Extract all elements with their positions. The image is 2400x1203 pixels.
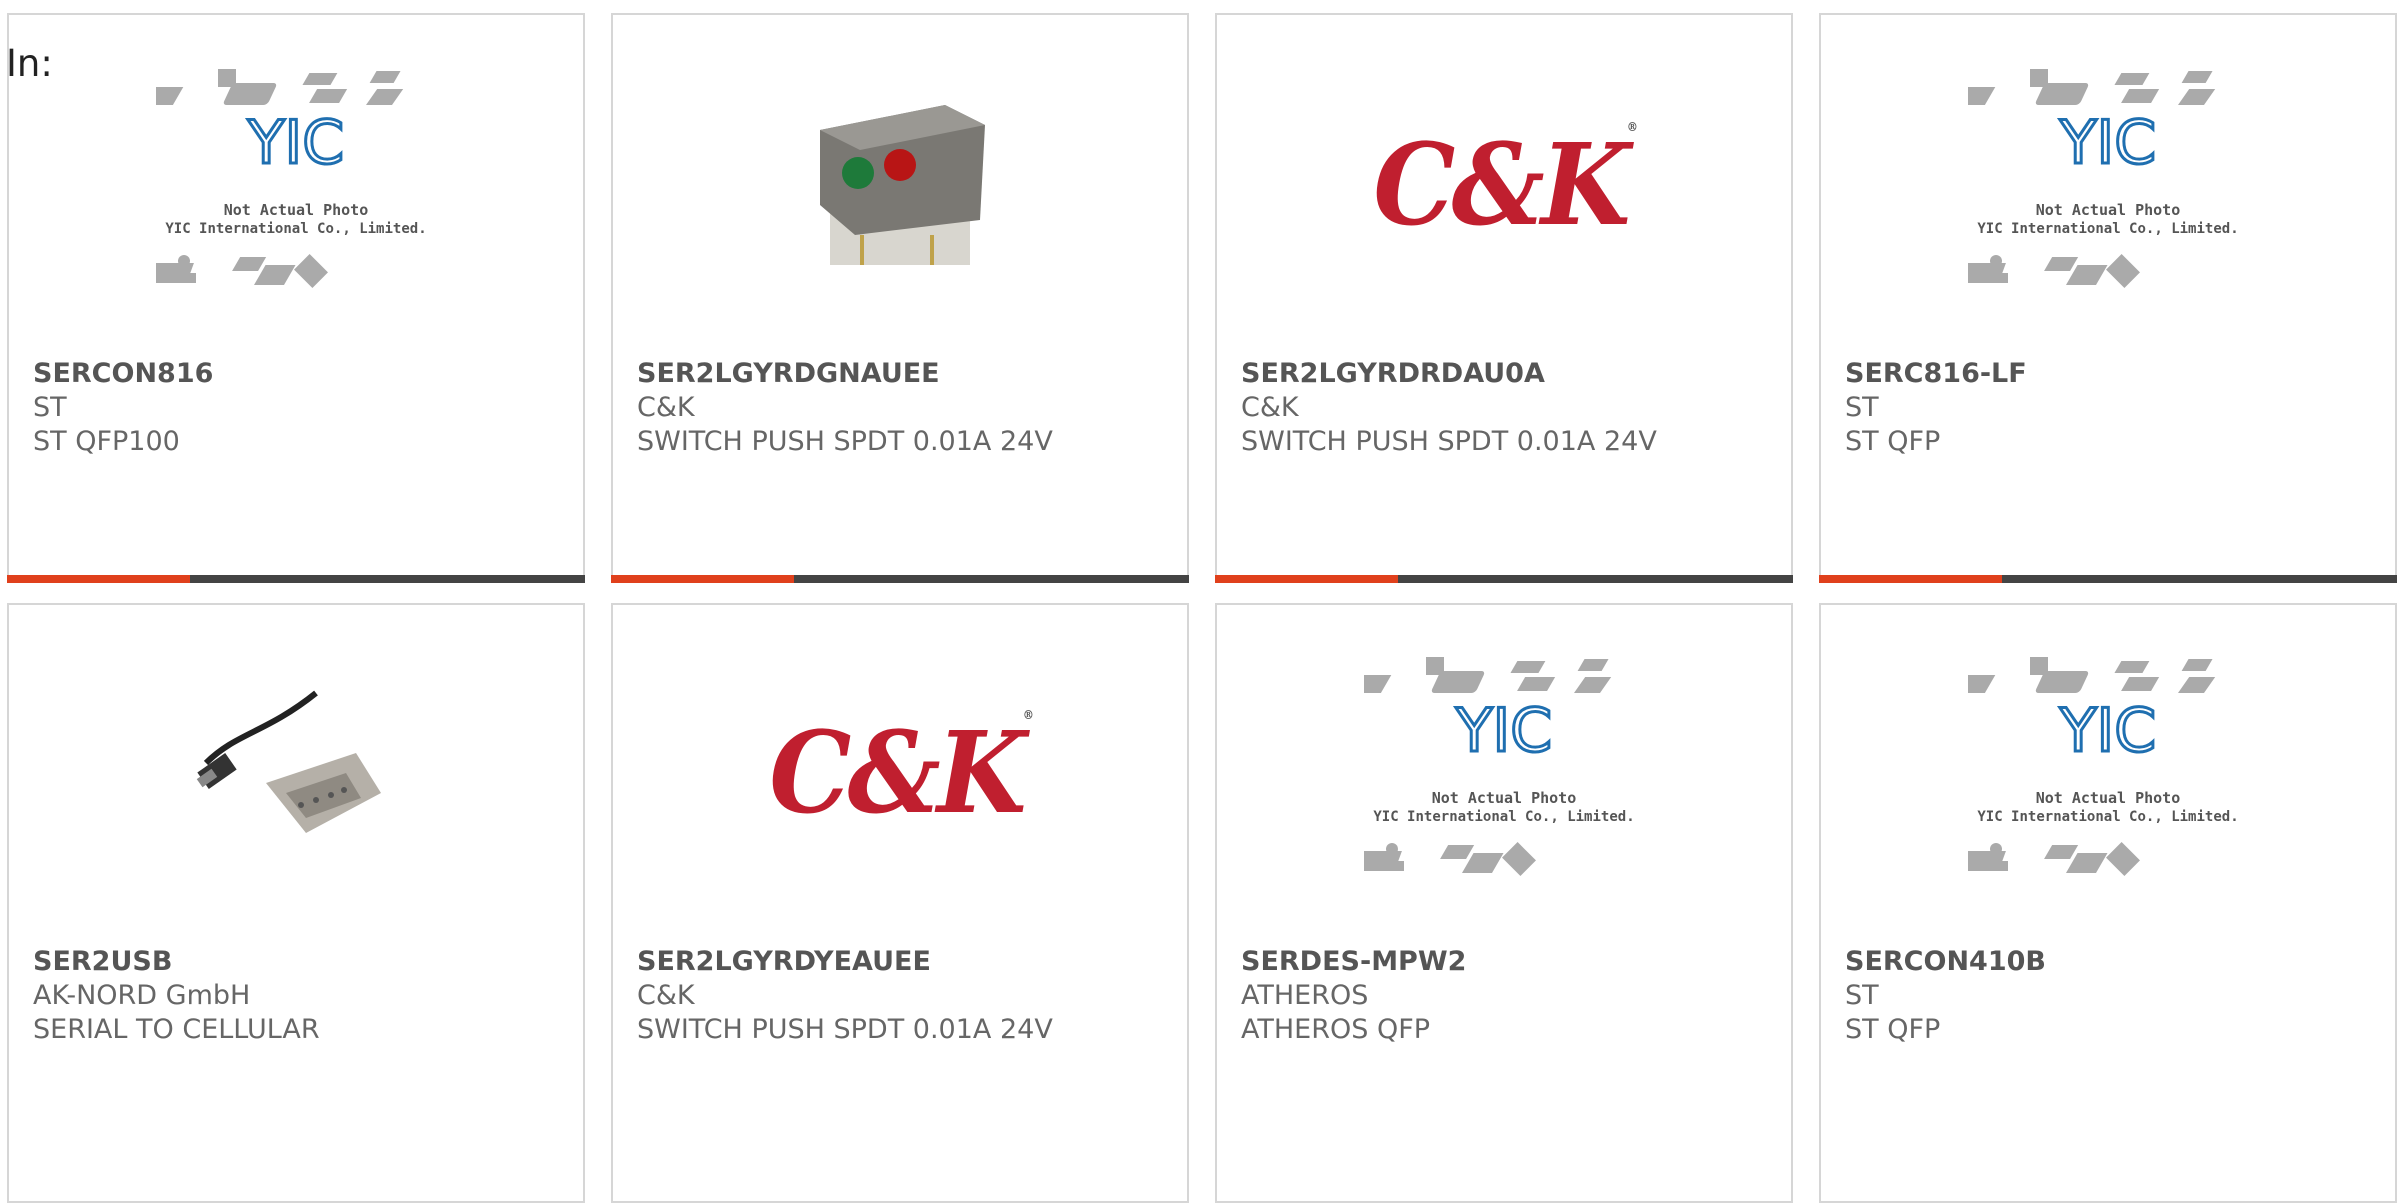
yic-logo: YIC: [1455, 696, 1552, 766]
description: SWITCH PUSH SPDT 0.01A 24V: [637, 1014, 1053, 1045]
card-bar-accent: [7, 575, 190, 583]
switch-photo-icon: [820, 105, 985, 265]
manufacturer: C&K: [637, 392, 695, 423]
manufacturer: ATHEROS: [1241, 980, 1369, 1011]
manufacturer: C&K: [637, 980, 695, 1011]
manufacturer: ST: [1845, 980, 1879, 1011]
chip-placeholder-icon: YIC Not Actual Photo YIC International C…: [1364, 657, 1635, 876]
placeholder-text: YIC International Co., Limited.: [1977, 809, 2238, 825]
product-image[interactable]: YIC Not Actual Photo YIC International C…: [9, 69, 583, 293]
placeholder-text: Not Actual Photo: [224, 201, 369, 219]
chip-placeholder-icon: YIC Not Actual Photo YIC International C…: [1968, 657, 2239, 876]
placeholder-text: YIC International Co., Limited.: [1977, 221, 2238, 237]
card-bar-accent: [1819, 575, 2002, 583]
description: ST QFP100: [33, 426, 180, 457]
manufacturer: C&K: [1241, 392, 1299, 423]
part-number[interactable]: SER2LGYRDRDAU0A: [1241, 357, 1781, 391]
card-bar: [611, 575, 1189, 583]
product-card[interactable]: C&K® SER2LGYRDYEAUEE C&K SWITCH PUSH SPD…: [611, 603, 1189, 1203]
placeholder-text: Not Actual Photo: [1432, 789, 1577, 807]
yic-logo: YIC: [2059, 696, 2156, 766]
ck-logo: C&K®: [1373, 119, 1639, 251]
part-number[interactable]: SERC816-LF: [1845, 357, 2385, 391]
description: SWITCH PUSH SPDT 0.01A 24V: [1241, 426, 1657, 457]
description: ST QFP: [1845, 426, 1941, 457]
yic-logo: YIC: [2059, 108, 2156, 178]
part-number[interactable]: SERDES-MPW2: [1241, 945, 1781, 979]
usb-serial-cable-icon: [196, 690, 381, 833]
product-card[interactable]: C&K® SER2LGYRDRDAU0A C&K SWITCH PUSH SPD…: [1215, 13, 1793, 583]
product-card[interactable]: YIC Not Actual Photo YIC International C…: [1215, 603, 1793, 1203]
product-image[interactable]: C&K®: [1217, 77, 1791, 293]
placeholder-text: Not Actual Photo: [2036, 201, 2181, 219]
product-image[interactable]: C&K®: [613, 665, 1187, 881]
chip-placeholder-icon: YIC Not Actual Photo YIC International C…: [1968, 69, 2239, 288]
part-number[interactable]: SER2USB: [33, 945, 573, 979]
yic-logo: YIC: [247, 108, 344, 178]
ck-logo: C&K®: [769, 707, 1035, 839]
product-image[interactable]: [9, 665, 583, 881]
placeholder-text: YIC International Co., Limited.: [1373, 809, 1634, 825]
part-number[interactable]: SER2LGYRDYEAUEE: [637, 945, 1177, 979]
placeholder-text: YIC International Co., Limited.: [165, 221, 426, 237]
in-label: In:: [6, 42, 53, 85]
manufacturer: ST: [1845, 392, 1879, 423]
product-image[interactable]: [613, 77, 1187, 293]
manufacturer: ST: [33, 392, 67, 423]
part-number[interactable]: SER2LGYRDGNAUEE: [637, 357, 1177, 391]
card-bar-accent: [1215, 575, 1398, 583]
part-number[interactable]: SERCON816: [33, 357, 573, 391]
card-bar: [1215, 575, 1793, 583]
card-bar: [1819, 575, 2397, 583]
manufacturer: AK-NORD GmbH: [33, 980, 251, 1011]
product-card[interactable]: SER2USB AK-NORD GmbH SERIAL TO CELLULAR: [7, 603, 585, 1203]
card-bar: [7, 575, 585, 583]
card-bar-accent: [611, 575, 794, 583]
description: ST QFP: [1845, 1014, 1941, 1045]
product-card[interactable]: YIC Not Actual Photo YIC International C…: [1819, 603, 2397, 1203]
product-card[interactable]: YIC Not Actual Photo YIC International C…: [7, 13, 585, 583]
description: SERIAL TO CELLULAR: [33, 1014, 320, 1045]
chip-placeholder-icon: YIC Not Actual Photo YIC International C…: [156, 69, 427, 288]
product-image[interactable]: YIC Not Actual Photo YIC International C…: [1821, 657, 2395, 881]
product-card[interactable]: SER2LGYRDGNAUEE C&K SWITCH PUSH SPDT 0.0…: [611, 13, 1189, 583]
description: ATHEROS QFP: [1241, 1014, 1431, 1045]
product-image[interactable]: YIC Not Actual Photo YIC International C…: [1821, 69, 2395, 293]
part-number[interactable]: SERCON410B: [1845, 945, 2385, 979]
product-card[interactable]: YIC Not Actual Photo YIC International C…: [1819, 13, 2397, 583]
product-image[interactable]: YIC Not Actual Photo YIC International C…: [1217, 657, 1791, 881]
placeholder-text: Not Actual Photo: [2036, 789, 2181, 807]
description: SWITCH PUSH SPDT 0.01A 24V: [637, 426, 1053, 457]
